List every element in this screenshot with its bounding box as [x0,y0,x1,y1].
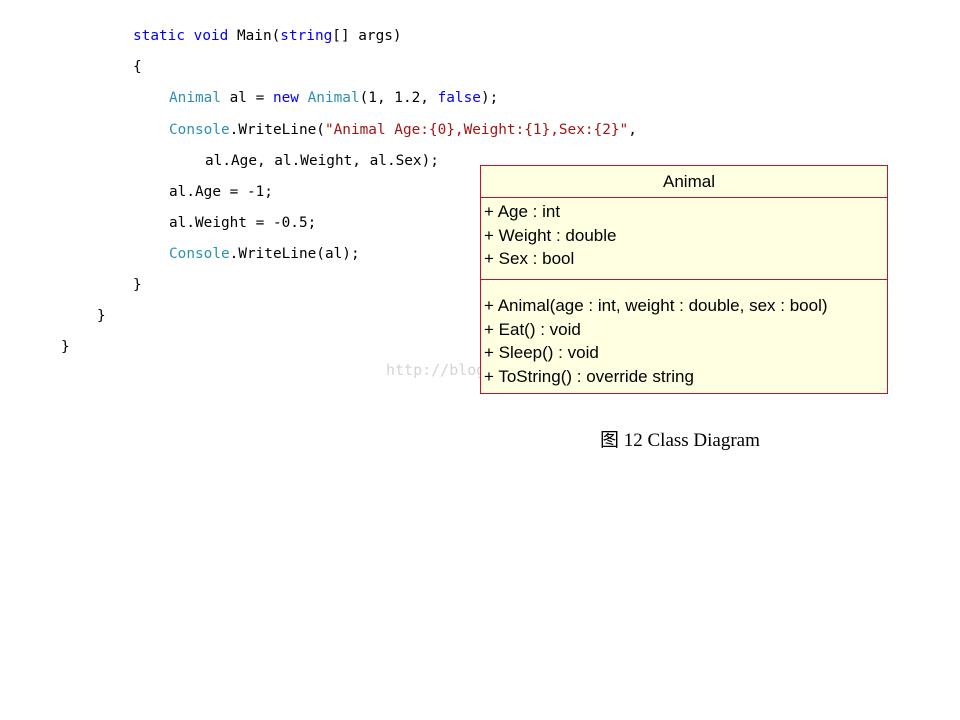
code-line-close-namespace: } [61,339,70,355]
code-type: Animal [169,90,221,106]
code-text: Main( [228,28,281,44]
code-text: (1, 1.2, [359,90,438,106]
code-line-set-weight: al.Weight = -0.5; [169,215,317,231]
code-line-close-method: } [133,277,142,293]
code-line-set-age: al.Age = -1; [169,184,273,200]
code-keyword: string [280,28,333,44]
code-type: Console [169,246,230,262]
uml-attribute: + Age : int [484,202,561,221]
code-type: Animal [307,90,360,106]
watermark: http://blog. [386,361,495,379]
code-text: [] args) [332,28,402,44]
code-text: , [628,122,637,138]
code-line-writeline-args: al.Age, al.Weight, al.Sex); [205,153,439,169]
uml-operation: + ToString() : override string [484,367,694,387]
code-text: .WriteLine(al); [229,246,360,262]
code-keyword: static [133,28,185,44]
code-keyword: false [437,90,481,106]
code-line-new-animal: Animal al = new Animal(1, 1.2, false); [169,88,498,108]
uml-attribute: + Sex : bool [484,249,575,269]
code-line-writeline-format: Console.WriteLine("Animal Age:{0},Weight… [169,120,637,140]
figure-caption: 图 12 Class Diagram [600,430,760,451]
code-line-open-brace: { [133,59,142,75]
code-type: Console [169,122,230,138]
code-line-main-signature: static void Main(string[] args) [133,26,402,46]
code-keyword: void [193,28,229,44]
uml-operation: + Sleep() : void [484,343,599,363]
uml-class-name: Animal [481,166,887,198]
uml-attributes-compartment: + Age : int + Weight : double + Sex : bo… [481,198,887,280]
code-snippet: static void Main(string[] args) { Animal… [0,0,637,380]
code-keyword: new [272,90,299,106]
code-text: al = [220,90,273,106]
code-line-close-class: } [97,308,106,324]
code-line-writeline-object: Console.WriteLine(al); [169,244,360,264]
uml-operations-compartment: + Animal(age : int, weight : double, sex… [481,280,887,389]
uml-operation: + Animal(age : int, weight : double, sex… [484,296,828,315]
uml-operation: + Eat() : void [484,319,581,339]
code-text: ); [480,90,499,106]
code-string: "Animal Age:{0},Weight:{1},Sex:{2}" [324,122,629,138]
uml-attribute: + Weight : double [484,225,617,245]
code-text: .WriteLine( [229,122,325,138]
uml-class-box: Animal + Age : int + Weight : double + S… [480,165,888,394]
